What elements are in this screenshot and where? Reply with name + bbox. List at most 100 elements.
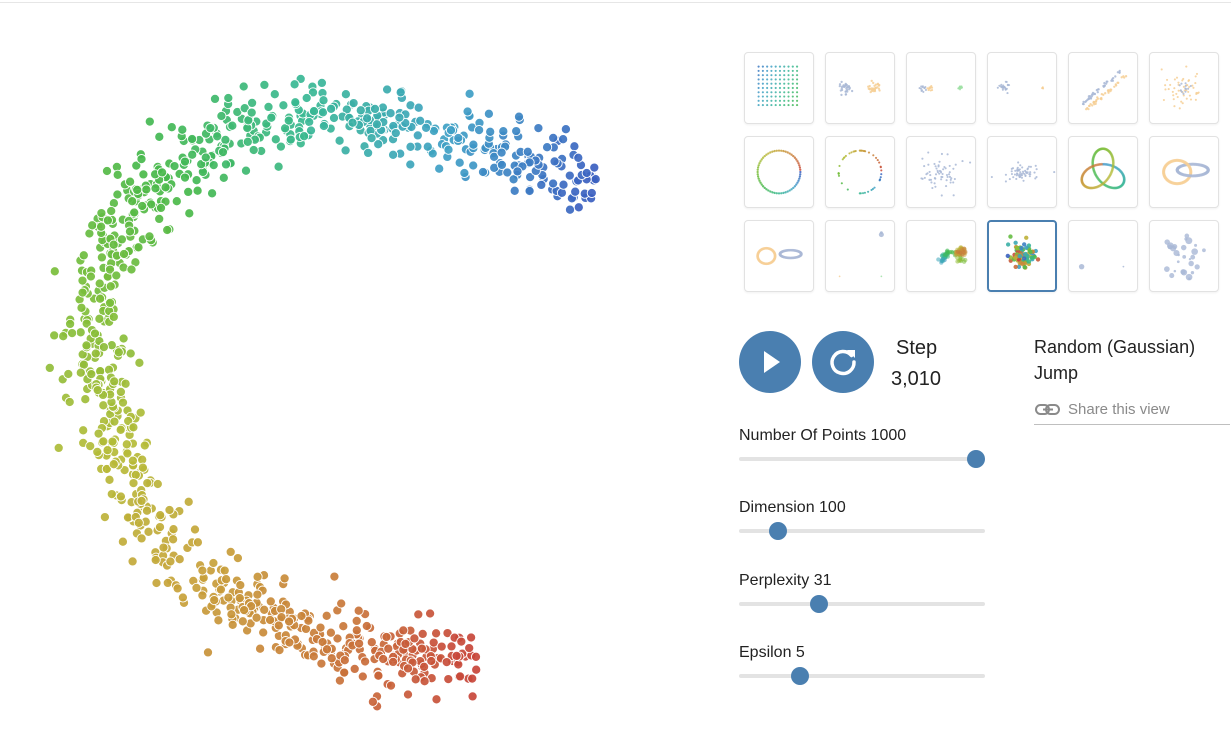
data-point: [113, 347, 124, 358]
data-point: [498, 126, 509, 137]
data-point: [111, 270, 122, 281]
thumbnail-trefoil-knot[interactable]: [1068, 136, 1138, 208]
data-point: [336, 598, 347, 609]
data-point: [558, 179, 569, 190]
data-point: [179, 172, 191, 183]
thumbnail-random-walk[interactable]: [906, 220, 976, 292]
data-point: [234, 593, 245, 604]
data-point: [227, 619, 238, 630]
data-point: [158, 542, 169, 553]
number-of-points-slider[interactable]: [967, 450, 985, 468]
data-point: [369, 103, 381, 114]
thumbnail-unlinked-rings[interactable]: [744, 220, 814, 292]
data-point: [405, 141, 416, 152]
thumbnail-two-clusters[interactable]: [825, 52, 895, 124]
thumbnail-preview: [920, 151, 972, 197]
data-point: [218, 172, 229, 183]
data-point: [560, 124, 571, 135]
data-point: [197, 590, 208, 601]
dimension-slider[interactable]: [768, 522, 787, 540]
data-point: [157, 167, 168, 178]
data-point: [200, 152, 211, 163]
data-point: [318, 95, 329, 106]
data-point: [115, 424, 126, 435]
data-point: [98, 342, 109, 353]
data-point: [289, 79, 300, 90]
thumbnail-preview: [996, 80, 1045, 95]
data-point: [252, 571, 263, 582]
data-point: [150, 554, 161, 566]
data-point: [137, 462, 148, 473]
data-point: [86, 369, 97, 380]
data-point: [130, 469, 141, 480]
data-point: [394, 112, 405, 123]
data-point: [477, 166, 489, 178]
dataset-title: Random (Gaussian) Jump: [1034, 334, 1224, 386]
data-point: [385, 680, 397, 691]
data-point: [112, 189, 123, 200]
thumbnail-two-different-clusters[interactable]: [987, 52, 1057, 124]
data-point: [189, 524, 201, 535]
data-point: [168, 534, 179, 545]
data-point: [251, 612, 262, 623]
data-point: [121, 439, 132, 450]
data-point: [127, 196, 138, 207]
param-label: Perplexity 31: [739, 572, 832, 589]
data-point: [381, 631, 392, 643]
data-point: [160, 182, 171, 193]
thumbnail-grid[interactable]: [744, 52, 814, 124]
data-point: [53, 442, 64, 453]
restart-button[interactable]: [812, 331, 874, 393]
thumbnail-three-clusters[interactable]: [906, 52, 976, 124]
data-point: [366, 133, 377, 144]
data-point: [44, 362, 55, 373]
param-perplexity: Perplexity 31: [739, 572, 989, 622]
thumbnail-circle-randomly-spaced[interactable]: [825, 136, 895, 208]
slider-track[interactable]: [739, 674, 985, 678]
thumbnail-preview: [990, 161, 1056, 183]
data-point: [209, 595, 220, 606]
data-point: [339, 655, 350, 666]
data-point: [373, 670, 384, 681]
thumbnail-orthogonal-steps[interactable]: [825, 220, 895, 292]
data-point: [258, 627, 269, 638]
data-point: [340, 89, 351, 100]
data-point: [177, 592, 188, 603]
data-point: [459, 167, 470, 179]
perplexity-slider[interactable]: [809, 595, 828, 613]
data-point: [466, 632, 477, 643]
thumbnail-uniform-points[interactable]: [1149, 220, 1219, 292]
data-point: [464, 88, 475, 99]
data-point: [270, 134, 281, 145]
data-point: [265, 614, 276, 626]
share-link[interactable]: Share this view: [1034, 400, 1230, 425]
data-point: [315, 622, 326, 633]
data-point: [360, 656, 371, 667]
data-point: [77, 287, 88, 298]
thumbnail-ellipsoidal-gaussian-cloud[interactable]: [987, 136, 1057, 208]
play-button[interactable]: [739, 331, 801, 393]
thumbnail-two-long-linear-clusters[interactable]: [1068, 52, 1138, 124]
data-point: [239, 605, 250, 616]
thumbnail-preview: [837, 149, 883, 195]
data-point: [548, 178, 559, 189]
slider-track[interactable]: [739, 457, 985, 461]
data-point: [326, 103, 337, 114]
data-point: [266, 112, 277, 123]
thumbnail-random-jump[interactable]: [987, 220, 1057, 292]
data-point: [410, 674, 421, 685]
tsne-scatter-plot: [44, 73, 601, 712]
thumbnail-cluster-in-cluster[interactable]: [1149, 52, 1219, 124]
param-label: Dimension 100: [739, 499, 846, 516]
thumbnail-linked-rings[interactable]: [1149, 136, 1219, 208]
slider-track[interactable]: [739, 602, 985, 606]
thumbnail-equally-spaced[interactable]: [1068, 220, 1138, 292]
data-point: [548, 132, 559, 143]
data-point: [67, 328, 78, 339]
thumbnail-gaussian-cloud[interactable]: [906, 136, 976, 208]
thumbnail-circle-evenly-spaced[interactable]: [744, 136, 814, 208]
data-point: [378, 653, 389, 665]
epsilon-slider[interactable]: [791, 667, 810, 685]
data-point: [102, 215, 113, 226]
data-point: [434, 163, 445, 174]
